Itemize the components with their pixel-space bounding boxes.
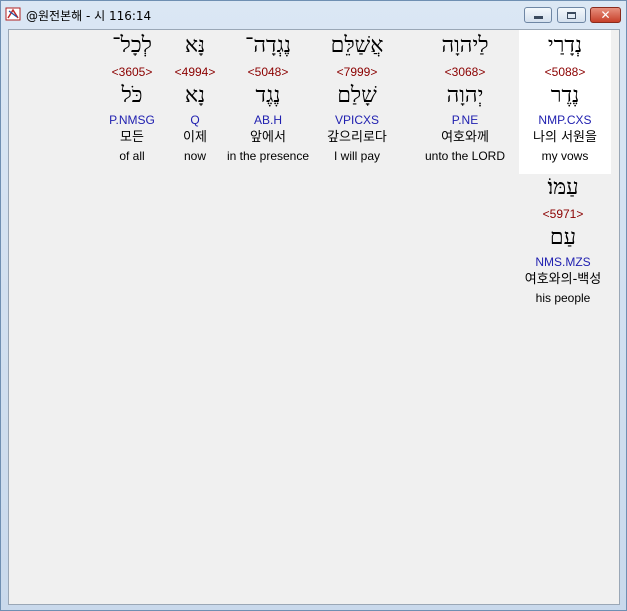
korean-gloss: 여호와의-백성: [524, 272, 602, 287]
minimize-icon: [533, 16, 543, 19]
word-block-6[interactable]: לְכָל־ <3605> כֹּל P.NMSG 모든 of all: [86, 30, 178, 174]
strong-number[interactable]: <3605>: [86, 65, 178, 79]
english-gloss: I will pay: [333, 149, 380, 163]
english-gloss: unto the LORD: [424, 149, 506, 163]
english-gloss: of all: [119, 149, 145, 163]
strong-number[interactable]: <3068>: [419, 65, 511, 79]
hebrew-word: עַמּוֹ׃: [547, 175, 579, 200]
strong-number[interactable]: <7999>: [311, 65, 403, 79]
bible-app-icon[interactable]: [5, 6, 21, 22]
hebrew-lemma: עַם: [549, 225, 577, 250]
english-gloss: my vows: [541, 149, 589, 163]
korean-gloss: 여호와께: [441, 130, 489, 145]
hebrew-lemma: יְהוָה: [446, 83, 484, 108]
word-block-2[interactable]: לַיהוָה <3068> יְהוָה P.NE 여호와께 unto the…: [419, 30, 511, 174]
window-title: @원전본해 - 시 116:14: [26, 9, 152, 23]
hebrew-word: לְכָל־: [112, 33, 152, 58]
close-icon: ✕: [600, 8, 611, 22]
hebrew-word: אֲשַׁלֵּם: [330, 33, 384, 58]
korean-gloss: 갚으리로다: [327, 130, 387, 145]
morphology-code[interactable]: P.NE: [419, 113, 511, 127]
close-button[interactable]: ✕: [590, 7, 621, 23]
interlinear-view[interactable]: נְדָרַי <5088> נֶדֶר NMP.CXS 나의 서원을 my v…: [8, 29, 620, 605]
strong-number[interactable]: <5971>: [508, 207, 618, 221]
app-window: @원전본해 - 시 116:14 ✕ נְדָרַי <5088> נֶדֶר …: [0, 0, 627, 611]
hebrew-lemma: שָׁלַם: [337, 83, 377, 108]
word-block-3[interactable]: אֲשַׁלֵּם <7999> שָׁלַם VPICXS 갚으리로다 I w…: [311, 30, 403, 174]
morphology-code[interactable]: NMS.MZS: [508, 255, 618, 269]
morphology-code[interactable]: VPICXS: [311, 113, 403, 127]
title-bar[interactable]: @원전본해 - 시 116:14 ✕: [1, 1, 626, 29]
maximize-button[interactable]: [557, 7, 586, 23]
maximize-icon: [567, 11, 576, 19]
minimize-button[interactable]: [524, 7, 552, 23]
strong-number[interactable]: <5088>: [519, 65, 611, 79]
word-block-7[interactable]: עַמּוֹ׃ <5971> עַם NMS.MZS 여호와의-백성 his p…: [508, 172, 618, 316]
hebrew-word: נְדָרַי: [547, 33, 583, 58]
word-block-1[interactable]: נְדָרַי <5088> נֶדֶר NMP.CXS 나의 서원을 my v…: [519, 30, 611, 174]
korean-gloss: 나의 서원을: [533, 130, 597, 145]
morphology-code[interactable]: NMP.CXS: [519, 113, 611, 127]
hebrew-lemma: נֶדֶר: [550, 83, 580, 108]
hebrew-lemma: כֹּל: [121, 83, 143, 108]
english-gloss: his people: [535, 291, 591, 305]
morphology-code[interactable]: P.NMSG: [86, 113, 178, 127]
korean-gloss: 모든: [120, 130, 144, 145]
hebrew-word: לַיהוָה: [441, 33, 489, 58]
